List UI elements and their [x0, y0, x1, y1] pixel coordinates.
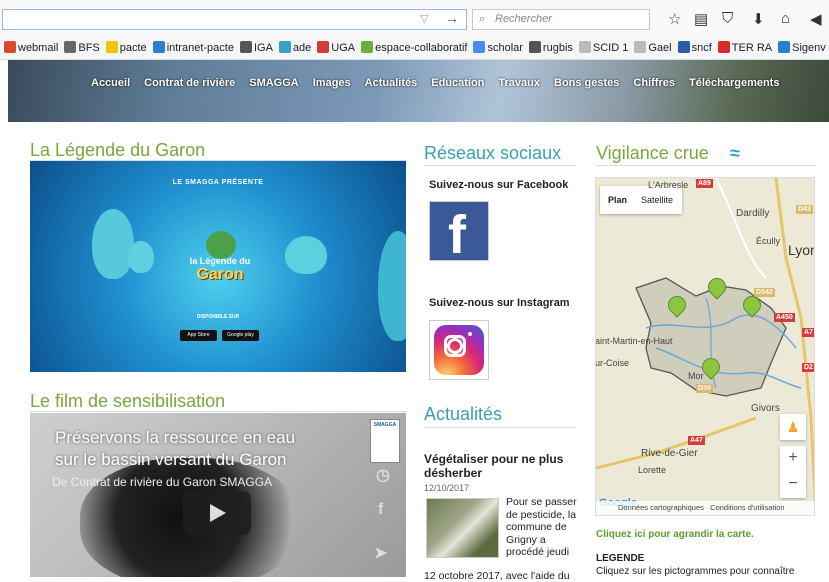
bookmark-item[interactable]: Gael: [634, 38, 672, 58]
map-type-tabs: Plan Satellite: [600, 186, 682, 214]
play-button[interactable]: [183, 491, 251, 535]
nav-item[interactable]: Education: [431, 77, 484, 89]
nav-item[interactable]: Bons gestes: [554, 77, 619, 89]
bookmark-item[interactable]: IGA: [239, 38, 273, 58]
pocket-icon[interactable]: ⛉: [722, 10, 733, 27]
browser-toolbar: ▽ → ⌕ Rechercher ☆ ▤ ⛉ ⬇ ⌂ ◀: [0, 0, 829, 38]
nav-item[interactable]: Contrat de rivière: [144, 77, 235, 89]
bookmark-favicon-icon: [778, 41, 791, 53]
bookmark-favicon-icon: [528, 41, 541, 53]
legend-text: Cliquez sur les pictogrammes pour connaî…: [596, 566, 795, 577]
bookmarks-bar: webmail BFS pacte intranet-pacte IGA ade UGA es…: [0, 38, 829, 60]
bookmark-item[interactable]: ade: [278, 38, 311, 58]
facebook-icon[interactable]: f: [429, 201, 489, 265]
zoom-out-button[interactable]: −: [780, 472, 806, 498]
bookmark-favicon-icon: [317, 41, 330, 53]
bookmark-favicon-icon: [361, 41, 374, 53]
street-view-pegman-icon[interactable]: ♟: [780, 414, 806, 440]
reading-list-icon[interactable]: ▤: [694, 10, 708, 28]
bookmark-favicon-icon: [4, 41, 16, 53]
bookmark-item[interactable]: SCID 1: [578, 38, 628, 58]
article-thumbnail[interactable]: [426, 498, 499, 558]
nav-item[interactable]: Téléchargements: [689, 77, 779, 89]
gauge-pin[interactable]: [739, 292, 765, 320]
legend-heading: LEGENDE: [596, 553, 645, 564]
news-title: Actualités: [424, 404, 503, 424]
bookmark-item[interactable]: Sigenv: [778, 38, 826, 58]
map-attribution: Données cartographiques Conditions d'uti…: [596, 501, 814, 515]
google-play-badge[interactable]: Google play: [222, 330, 259, 341]
smagga-badge: SMAGGA: [370, 419, 400, 463]
gauge-pin[interactable]: [704, 274, 730, 302]
nav-item[interactable]: SMAGGA: [249, 77, 299, 89]
bookmark-item[interactable]: scholar: [473, 38, 523, 58]
video-channel: De Contrat de rivière du Garon SMAGGA: [52, 475, 273, 489]
bookmark-favicon-icon: [278, 41, 291, 53]
bookmark-favicon-icon: [239, 41, 252, 53]
go-arrow-icon[interactable]: →: [445, 10, 459, 26]
bookmark-favicon-icon: [64, 41, 77, 53]
share-icon[interactable]: ➤: [374, 543, 387, 563]
nav-item[interactable]: Actualités: [365, 77, 418, 89]
flood-map[interactable]: Plan Satellite L'Arbresle Dardilly Écully…: [595, 177, 815, 516]
download-icon[interactable]: ⬇: [752, 10, 765, 28]
zoom-in-button[interactable]: +: [780, 446, 806, 472]
nav-item[interactable]: Travaux: [498, 77, 540, 89]
waves-icon: ≈: [730, 143, 740, 163]
legende-logo: la Légende du Garon: [189, 256, 251, 283]
legende-promo-image[interactable]: LE SMAGGA PRÉSENTE la Légende du Garon D…: [30, 161, 406, 372]
url-input[interactable]: [2, 9, 467, 30]
bookmark-item[interactable]: BFS: [64, 38, 100, 58]
bookmark-favicon-icon: [717, 41, 730, 53]
url-dropdown-icon[interactable]: ▽: [420, 12, 428, 25]
home-icon[interactable]: ⌂: [781, 10, 790, 27]
gauge-pin[interactable]: [698, 354, 724, 382]
facebook-label: Suivez-nous sur Facebook: [429, 179, 569, 191]
tab-plan[interactable]: Plan: [600, 186, 633, 205]
article-title-link[interactable]: Végétaliser pour ne plus désherber: [424, 452, 579, 480]
article-excerpt: Pour se passer de pesticide, la commune …: [506, 496, 577, 558]
facebook-share-icon[interactable]: f: [378, 501, 383, 519]
app-store-badge[interactable]: App Store: [180, 330, 217, 341]
article-excerpt-cont: 12 octobre 2017, avec l'aide du: [424, 570, 570, 582]
bookmark-item[interactable]: webmail: [4, 38, 58, 58]
nav-item[interactable]: Accueil: [91, 77, 130, 89]
instagram-label: Suivez-nous sur Instagram: [429, 297, 570, 309]
bookmark-item[interactable]: TER RA: [717, 38, 772, 58]
gauge-pin[interactable]: [664, 292, 690, 320]
zoom-control: + −: [780, 446, 806, 498]
bookmark-item[interactable]: pacte: [105, 38, 147, 58]
search-icon: ⌕: [479, 13, 486, 25]
enlarge-map-link[interactable]: Cliquez ici pour agrandir la carte.: [596, 529, 754, 540]
vigilance-title: Vigilance crue: [596, 143, 709, 163]
legende-title: La Légende du Garon: [30, 140, 206, 160]
main-nav: Accueil Contrat de rivière SMAGGA Images Act…: [8, 75, 829, 89]
instagram-icon[interactable]: [429, 320, 489, 380]
nav-item[interactable]: Images: [313, 77, 351, 89]
social-title: Réseaux sociaux: [424, 143, 562, 163]
video-title: Préservons la ressource en eau sur le ba…: [55, 428, 296, 469]
bookmark-item[interactable]: intranet-pacte: [152, 38, 234, 58]
bookmark-star-icon[interactable]: ☆: [668, 10, 681, 28]
site-banner: Accueil Contrat de rivière SMAGGA Images Act…: [8, 60, 829, 122]
article-date: 12/10/2017: [424, 483, 470, 493]
search-input[interactable]: ⌕ Rechercher: [472, 9, 650, 30]
bookmark-favicon-icon: [634, 41, 647, 53]
bookmark-favicon-icon: [677, 41, 690, 53]
bookmark-favicon-icon: [105, 41, 118, 53]
bookmark-favicon-icon: [152, 41, 165, 53]
bookmark-favicon-icon: [578, 41, 591, 53]
bookmark-favicon-icon: [473, 41, 486, 53]
video-player[interactable]: Préservons la ressource en eau sur le ba…: [30, 413, 406, 577]
bookmark-item[interactable]: rugbis: [528, 38, 573, 58]
bookmark-item[interactable]: espace-collaboratif: [361, 38, 467, 58]
bookmark-item[interactable]: UGA: [317, 38, 355, 58]
clock-icon[interactable]: ◷: [376, 465, 390, 485]
send-icon[interactable]: ◀: [810, 10, 822, 28]
nav-item[interactable]: Chiffres: [633, 77, 675, 89]
film-title: Le film de sensibilisation: [30, 391, 226, 411]
bookmark-item[interactable]: sncf: [677, 38, 712, 58]
